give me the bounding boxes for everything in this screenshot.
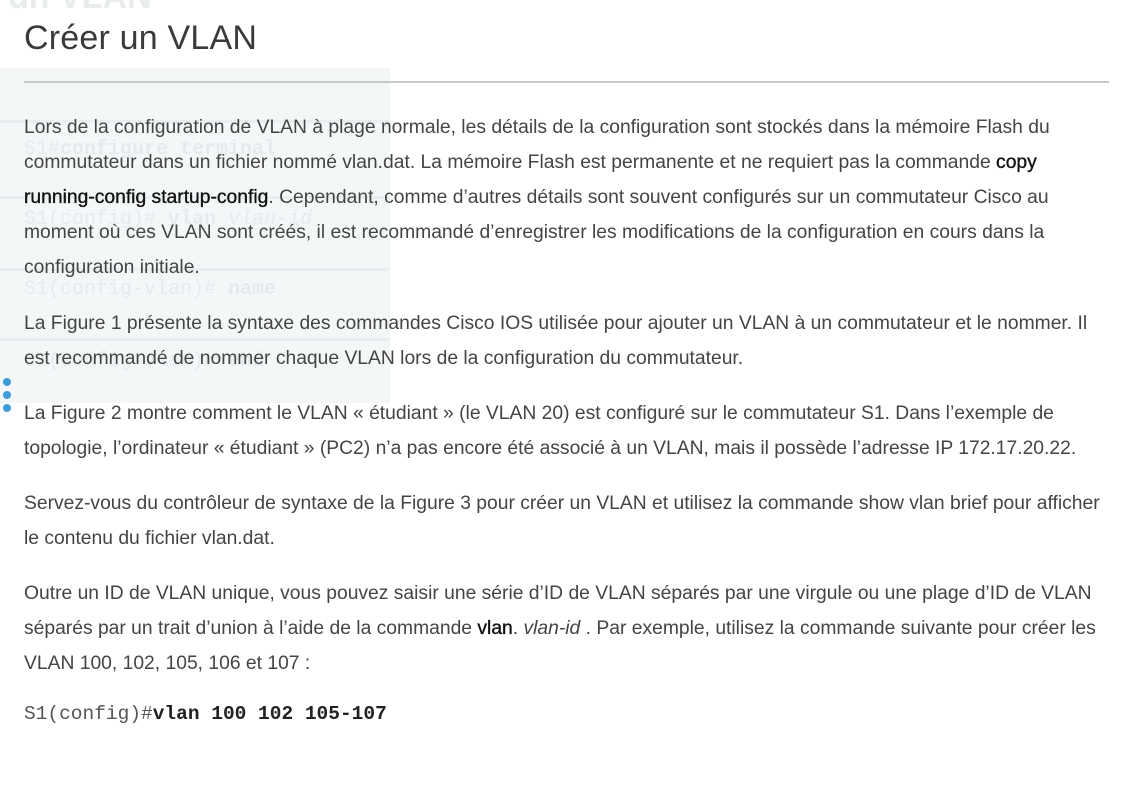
page: un VLAN S1#configure terminal S1(config)… [0, 0, 1133, 806]
pager-dot-1[interactable] [3, 378, 11, 386]
pager-dot-3[interactable] [3, 404, 11, 412]
paragraph-5: Outre un ID de VLAN unique, vous pouvez … [24, 583, 1096, 674]
command-vlan: vlan [477, 618, 513, 639]
cli-example: S1(config)#vlan 100 102 105-107 [24, 703, 1111, 725]
vlan-id-argument: vlan-id [523, 618, 581, 639]
paragraph-4: Servez-vous du contrôleur de syntaxe de … [24, 493, 1100, 549]
paragraph-1: Lors de la configuration de VLAN à plage… [24, 117, 1050, 278]
pager-dot-2[interactable] [3, 391, 11, 399]
page-title: Créer un VLAN [24, 19, 258, 57]
paragraph-2: La Figure 1 présente la syntaxe des comm… [24, 313, 1088, 369]
cli-prompt: S1(config)# [24, 703, 153, 725]
figure-pager-dots[interactable] [3, 378, 11, 417]
paragraph-3: La Figure 2 montre comment le VLAN « étu… [24, 403, 1077, 459]
main-content: Créer un VLAN Lors de la configuration d… [0, 0, 1133, 725]
title-divider [24, 81, 1109, 83]
cli-command: vlan 100 102 105-107 [152, 703, 387, 725]
